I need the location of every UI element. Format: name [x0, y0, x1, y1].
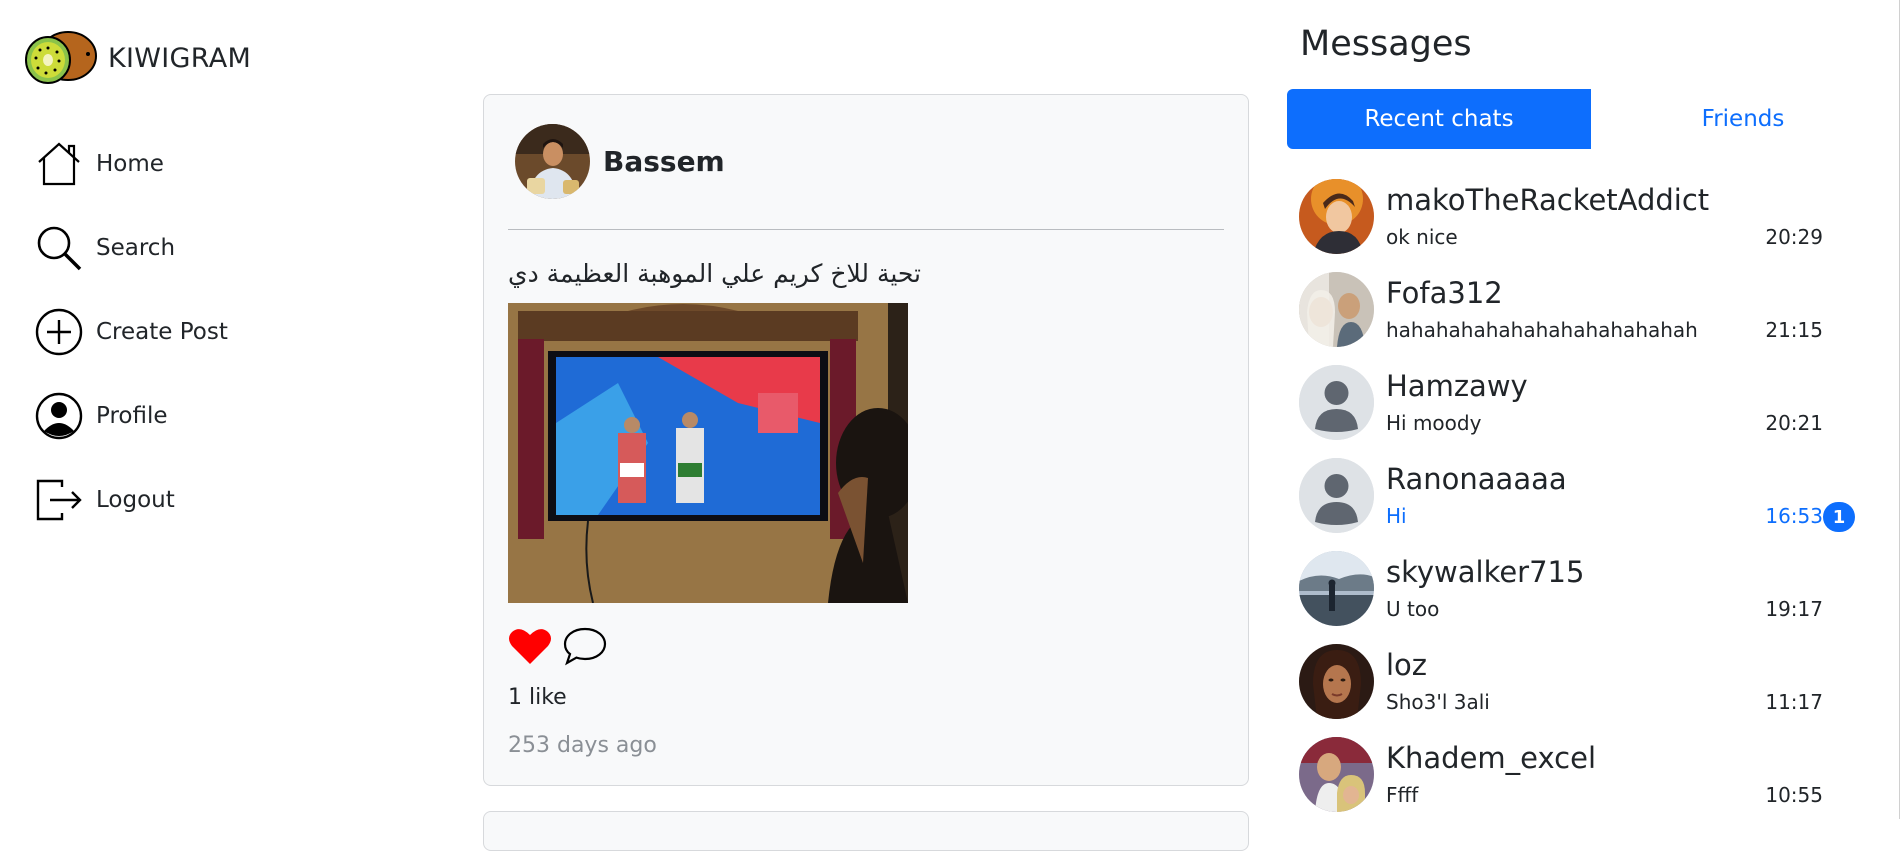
- nav-label-create-post: Create Post: [96, 319, 228, 345]
- nav-label-logout: Logout: [96, 487, 175, 513]
- chat-name: Hamzawy: [1386, 369, 1528, 403]
- post-image[interactable]: [508, 303, 908, 603]
- chat-last-message: Hi: [1386, 504, 1407, 528]
- kiwi-logo-icon: [25, 31, 97, 84]
- avatar: [1299, 737, 1374, 812]
- default-avatar-icon: [1299, 365, 1374, 440]
- messages-title: Messages: [1300, 24, 1472, 64]
- avatar[interactable]: [515, 124, 590, 199]
- post-actions: [508, 625, 608, 667]
- chat-item[interactable]: skywalker715 U too 19:17: [1287, 545, 1847, 638]
- home-icon: [38, 142, 80, 186]
- chat-last-message: Ffff: [1386, 783, 1419, 807]
- nav-label-search: Search: [96, 235, 176, 261]
- avatar: [1299, 551, 1374, 626]
- chat-item[interactable]: Khadem_excel Ffff 10:55: [1287, 731, 1847, 824]
- chat-time: 10:55: [1765, 783, 1823, 807]
- chat-last-message: ok nice: [1386, 225, 1458, 249]
- comment-icon[interactable]: [562, 625, 608, 667]
- chat-item[interactable]: loz Sho3'l 3ali 11:17: [1287, 638, 1847, 731]
- post-timestamp: 253 days ago: [508, 733, 657, 758]
- chat-time: 11:17: [1765, 690, 1823, 714]
- chat-name: Fofa312: [1386, 276, 1503, 310]
- heart-icon[interactable]: [508, 626, 552, 666]
- user-circle-icon: [35, 392, 83, 440]
- chat-time: 16:53: [1765, 504, 1823, 528]
- sidebar-nav: Home Search Create Post Profile Logout: [34, 122, 374, 542]
- nav-item-profile[interactable]: Profile: [34, 374, 374, 458]
- nav-item-home[interactable]: Home: [34, 122, 374, 206]
- chat-item[interactable]: Fofa312 hahahahahahahahahahahahah 21:15: [1287, 266, 1847, 359]
- default-avatar-icon: [1299, 458, 1374, 533]
- post-header[interactable]: Bassem: [515, 124, 725, 199]
- avatar: [1299, 644, 1374, 719]
- chat-last-message: U too: [1386, 597, 1440, 621]
- tab-recent-chats[interactable]: Recent chats: [1287, 89, 1591, 149]
- chat-last-message: Hi moody: [1386, 411, 1482, 435]
- nav-item-search[interactable]: Search: [34, 206, 374, 290]
- brand-name: KIWIGRAM: [108, 42, 252, 74]
- nav-label-home: Home: [96, 151, 164, 177]
- like-count: 1 like: [508, 685, 567, 710]
- post-username[interactable]: Bassem: [603, 145, 725, 178]
- nav-item-create-post[interactable]: Create Post: [34, 290, 374, 374]
- messages-tabs: Recent chats Friends: [1287, 89, 1897, 149]
- chat-last-message: hahahahahahahahahahahahah: [1386, 318, 1698, 342]
- tab-friends[interactable]: Friends: [1591, 89, 1895, 149]
- chat-time: 19:17: [1765, 597, 1823, 621]
- chat-name: Khadem_excel: [1386, 741, 1596, 775]
- chat-name: skywalker715: [1386, 555, 1585, 589]
- logout-icon: [36, 479, 82, 521]
- chat-time: 20:29: [1765, 225, 1823, 249]
- chat-name: Ranonaaaaa: [1386, 462, 1567, 496]
- plus-circle-icon: [35, 308, 83, 356]
- chat-time: 20:21: [1765, 411, 1823, 435]
- post-divider: [508, 229, 1224, 230]
- chat-item[interactable]: Ranonaaaaa Hi 16:53 1: [1287, 452, 1855, 545]
- chat-time: 21:15: [1765, 318, 1823, 342]
- search-icon: [37, 226, 82, 271]
- brand[interactable]: KIWIGRAM: [24, 28, 251, 88]
- chat-last-message: Sho3'l 3ali: [1386, 690, 1490, 714]
- chat-name: makoTheRacketAddict: [1386, 183, 1710, 217]
- unread-badge: 1: [1823, 502, 1855, 532]
- avatar: [1299, 179, 1374, 254]
- post-caption: تحية للاخ كريم علي الموهبة العظيمة دي: [508, 259, 922, 288]
- chat-item[interactable]: Hamzawy Hi moody 20:21: [1287, 359, 1847, 452]
- chat-list: makoTheRacketAddict ok nice 20:29 Fofa31…: [1287, 173, 1855, 824]
- avatar: [1299, 272, 1374, 347]
- chat-name: loz: [1386, 648, 1428, 682]
- nav-item-logout[interactable]: Logout: [34, 458, 374, 542]
- chat-item[interactable]: makoTheRacketAddict ok nice 20:29: [1287, 173, 1847, 266]
- next-post-card: [483, 811, 1249, 851]
- post-card: Bassem تحية للاخ كريم علي الموهبة العظيم…: [483, 94, 1249, 786]
- nav-label-profile: Profile: [96, 403, 168, 429]
